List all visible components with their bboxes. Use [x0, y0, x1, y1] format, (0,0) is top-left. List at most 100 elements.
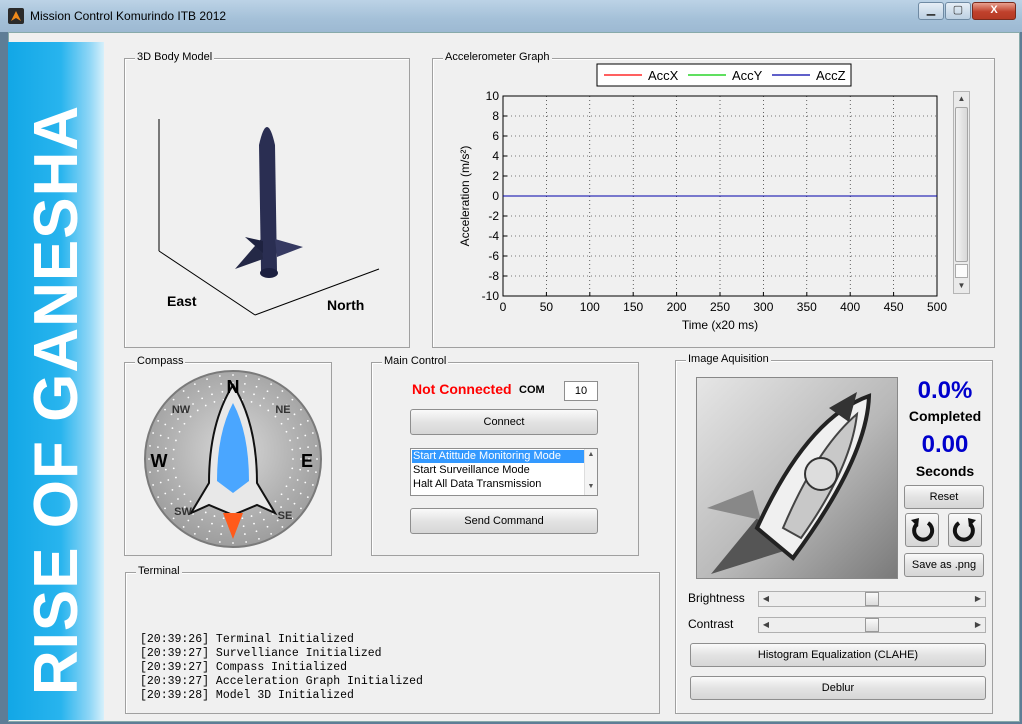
compass-dot	[267, 409, 270, 412]
compass-dot	[311, 484, 314, 486]
save-png-button[interactable]: Save as .png	[904, 553, 984, 577]
slider-left-arrow-icon[interactable]: ◀	[759, 592, 773, 606]
compass-dot	[218, 541, 221, 543]
compass-dot	[243, 533, 246, 535]
com-label: COM	[519, 384, 545, 396]
reset-button[interactable]: Reset	[904, 485, 984, 509]
banner-text: RISE OF GANESHA	[22, 104, 91, 696]
compass-dot	[159, 434, 162, 437]
accelerometer-chart: 0 50 100 150 200 250 300 350 400 450 500 10 8 6 4 2 0 -2 -…	[458, 63, 947, 332]
compass-dot	[183, 422, 186, 425]
maximize-button[interactable]: ▢	[945, 2, 971, 20]
compass-dot	[243, 383, 246, 385]
compass-dot	[250, 401, 253, 403]
command-option-attitude[interactable]: Start Atittude Monitoring Mode	[412, 450, 584, 463]
compass-dot	[204, 404, 207, 407]
compass-dot	[242, 390, 245, 393]
connect-button[interactable]: Connect	[410, 409, 598, 435]
compass-dot	[182, 390, 185, 392]
y-tick-label: -8	[488, 269, 499, 283]
compass-dot	[293, 502, 296, 505]
compass-dot	[291, 398, 294, 401]
compass-dot	[178, 430, 181, 433]
compass-dot	[276, 396, 279, 399]
terminal-line: [20:39:27] Compass Initialized	[140, 661, 348, 674]
scroll-down-arrow-icon[interactable]: ▼	[954, 279, 969, 292]
y-tick-label: 0	[492, 189, 499, 203]
rotate-right-icon	[952, 518, 976, 542]
brightness-slider[interactable]: ◀ ▶	[758, 591, 986, 607]
compass-dot	[232, 542, 234, 544]
compass-dot	[292, 458, 294, 460]
command-option-surveillance[interactable]: Start Surveillance Mode	[412, 464, 584, 477]
compass-dot	[259, 404, 262, 407]
rotate-right-button[interactable]	[948, 513, 982, 547]
compass-sw-label: SW	[174, 506, 192, 518]
ganesha-banner: RISE OF GANESHA	[8, 42, 104, 720]
compass-dot	[285, 430, 288, 433]
compass-dot	[206, 378, 208, 381]
listbox-down-arrow-icon[interactable]: ▼	[585, 481, 597, 493]
scroll-track-button[interactable]	[955, 264, 968, 278]
x-tick-label: 300	[753, 300, 773, 314]
terminal-line: [20:39:27] Survelliance Initialized	[140, 647, 382, 660]
y-axis-label: Acceleration (m/s²)	[458, 146, 472, 247]
brightness-thumb[interactable]	[865, 592, 879, 606]
contrast-slider[interactable]: ◀ ▶	[758, 617, 986, 633]
y-tick-label: -6	[488, 249, 499, 263]
send-command-button[interactable]: Send Command	[410, 508, 598, 534]
compass-dot	[242, 525, 245, 528]
compass-dot	[241, 517, 244, 520]
command-listbox[interactable]: Start Atittude Monitoring Mode Start Sur…	[410, 448, 598, 496]
close-button[interactable]: X	[972, 2, 1016, 20]
compass-dot	[218, 375, 221, 377]
app-icon	[8, 8, 24, 24]
axis-label-east: East	[167, 293, 197, 309]
compass-dot	[208, 385, 211, 388]
compass-dot	[253, 393, 255, 396]
compass-dot	[164, 423, 167, 426]
listbox-scrollbar[interactable]: ▲ ▼	[584, 449, 597, 495]
contrast-thumb[interactable]	[865, 618, 879, 632]
compass-dot	[175, 476, 177, 479]
slider-left-arrow-icon[interactable]: ◀	[759, 618, 773, 632]
x-tick-label: 100	[580, 300, 600, 314]
compass-dot	[197, 390, 200, 393]
compass-dot	[178, 485, 181, 488]
slider-right-arrow-icon[interactable]: ▶	[971, 618, 985, 632]
compass-dot	[262, 397, 265, 400]
scroll-thumb[interactable]	[955, 107, 968, 262]
terminal-title: Terminal	[136, 565, 182, 577]
compass-dot	[172, 398, 175, 401]
compass-dot	[211, 393, 213, 396]
compass-dot	[291, 467, 294, 470]
listbox-up-arrow-icon[interactable]: ▲	[585, 449, 597, 461]
compass-nw-label: NW	[172, 404, 191, 416]
compass-dot	[167, 437, 170, 439]
compass-dot	[292, 427, 295, 430]
compass-dot	[274, 500, 277, 503]
terminal-panel: Terminal [20:39:26] Terminal Initialized…	[125, 565, 660, 714]
compass-w-label: W	[151, 451, 168, 471]
compass-dot	[187, 396, 190, 399]
command-option-halt[interactable]: Halt All Data Transmission	[412, 478, 584, 491]
deblur-button[interactable]: Deblur	[690, 676, 986, 700]
slider-right-arrow-icon[interactable]: ▶	[971, 592, 985, 606]
body-model-panel: 3D Body Model East North	[124, 51, 410, 348]
clahe-button[interactable]: Histogram Equalization (CLAHE)	[690, 643, 986, 667]
legend-label-accz: AccZ	[816, 68, 846, 83]
rotate-left-button[interactable]	[905, 513, 939, 547]
window-title: Mission Control Komurindo ITB 2012	[30, 9, 227, 23]
compass-dot	[296, 437, 299, 439]
compass-ne-label: NE	[275, 404, 290, 416]
compass-dot	[262, 518, 265, 521]
scroll-up-arrow-icon[interactable]: ▲	[954, 92, 969, 105]
com-port-input[interactable]	[564, 381, 598, 401]
graph-scrollbar[interactable]: ▲ ▼	[953, 91, 970, 294]
elapsed-seconds: 0.00	[921, 431, 969, 458]
compass-dot	[245, 375, 248, 377]
compass-dot	[304, 481, 307, 484]
compass-dot	[170, 502, 173, 505]
compass-dot	[201, 518, 204, 521]
minimize-button[interactable]: ▁	[918, 2, 944, 20]
